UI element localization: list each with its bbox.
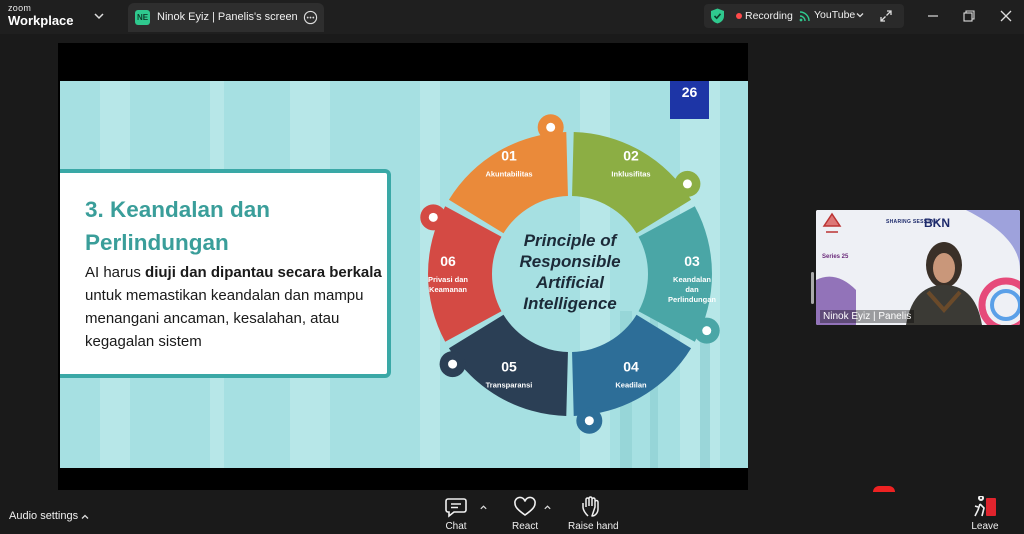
chevron-down-icon[interactable]: [855, 10, 865, 20]
chat-icon: [445, 498, 467, 518]
title-bar: zoom Workplace NE Ninok Eyiz | Panelis's…: [0, 0, 1024, 34]
meeting-toolbar: Audio settings Chat React Raise hand Lea…: [0, 492, 1024, 534]
react-button[interactable]: React: [512, 496, 538, 532]
segment-label: Keandalan: [673, 275, 711, 284]
segment-icon-03: [702, 326, 712, 336]
segment-label: Privasi dan: [428, 275, 468, 284]
restore-icon[interactable]: [958, 5, 980, 27]
body-text-bold: diuji dan dipantau secara berkala: [145, 264, 382, 281]
raise-hand-button[interactable]: Raise hand: [568, 496, 619, 532]
principle-body: AI harus diuji dan dipantau secara berka…: [85, 261, 385, 353]
principle-heading: 3. Keandalan dan Perlindungan: [85, 197, 271, 255]
chat-button[interactable]: Chat: [444, 496, 468, 532]
audio-settings-button[interactable]: Audio settings: [9, 510, 78, 522]
series-caption: Series 25: [822, 254, 849, 260]
presentation-slide: 26 3. Keandalan dan Perlindungan AI haru…: [60, 81, 748, 468]
segment-label: Transparansi: [486, 381, 533, 390]
chevron-up-icon[interactable]: [80, 512, 90, 522]
segment-icon-04: [584, 416, 594, 426]
segment-label: Keamanan: [429, 285, 467, 294]
chat-label: Chat: [445, 521, 467, 532]
segment-icon-06: [428, 212, 438, 222]
recording-status[interactable]: Recording: [745, 10, 793, 22]
segment-number: 03: [684, 253, 700, 269]
app-logo: zoom Workplace: [8, 3, 74, 28]
body-text-part1: AI harus: [85, 264, 146, 281]
segment-number: 06: [440, 253, 456, 269]
chevron-up-icon[interactable]: [479, 503, 488, 512]
leave-icon: [974, 496, 996, 517]
wheel-center-title: Principle of: [524, 231, 619, 250]
expand-icon[interactable]: [879, 9, 893, 23]
minimize-icon[interactable]: [922, 5, 944, 27]
segment-label: Perlindungan: [668, 295, 716, 304]
tab-title: Ninok Eyiz | Panelis's screen: [157, 11, 298, 23]
close-icon[interactable]: [995, 5, 1017, 27]
segment-number: 01: [501, 147, 517, 163]
video-background: [816, 210, 1020, 325]
segment-number: 02: [623, 147, 639, 163]
chevron-up-icon[interactable]: [543, 503, 552, 512]
meeting-stage: 26 3. Keandalan dan Perlindungan AI haru…: [0, 34, 1024, 492]
leave-label: Leave: [971, 521, 999, 532]
logo-text-workplace: Workplace: [8, 13, 74, 28]
wheel-center-title: Intelligence: [523, 294, 617, 313]
wheel-center-title: Responsible: [519, 252, 620, 271]
raise-hand-icon: [582, 496, 600, 517]
chevron-down-icon[interactable]: [92, 9, 106, 23]
react-label: React: [512, 521, 539, 532]
panel-resize-handle[interactable]: [811, 272, 814, 304]
more-options-icon[interactable]: [303, 10, 318, 25]
meeting-status-bar: Recording YouTube: [704, 4, 904, 28]
wheel-center-title: Artificial: [535, 273, 605, 292]
segment-number: 05: [501, 359, 517, 375]
recording-dot-icon: [736, 13, 742, 19]
segment-icon-05: [448, 359, 458, 369]
tab-shared-screen[interactable]: NE Ninok Eyiz | Panelis's screen: [128, 3, 324, 32]
leave-button[interactable]: Leave: [970, 496, 1000, 532]
logo-text-zoom: zoom: [8, 3, 32, 13]
heart-icon: [514, 496, 536, 516]
segment-label: Keadilan: [615, 381, 647, 390]
principle-description-box: 3. Keandalan dan Perlindungan AI harus d…: [60, 169, 391, 378]
segment-icon-02: [682, 179, 692, 189]
raise-hand-label: Raise hand: [568, 521, 619, 532]
segment-label: dan: [685, 285, 699, 294]
livestream-status[interactable]: YouTube: [814, 9, 855, 21]
body-text-part2: untuk memastikan keandalan dan mampu men…: [85, 287, 364, 350]
brand-logo-text: BKN: [924, 216, 950, 230]
segment-icon-01: [546, 122, 556, 132]
segment-label: Akuntabilitas: [485, 169, 532, 178]
live-stream-icon: [799, 11, 810, 22]
principles-wheel-diagram: 01 Akuntabilitas 02 Inklusifitas 03 Keandalan…: [420, 114, 720, 434]
security-shield-icon[interactable]: [710, 8, 725, 24]
segment-label: Inklusifitas: [611, 169, 650, 178]
participant-video-tile[interactable]: SHARING SESSION BKN Series 25 Ninok Eyiz…: [816, 210, 1020, 325]
segment-number: 04: [623, 359, 639, 375]
participant-initials-badge: NE: [135, 10, 150, 25]
participant-name: Ninok Eyiz | Panelis: [820, 310, 915, 323]
